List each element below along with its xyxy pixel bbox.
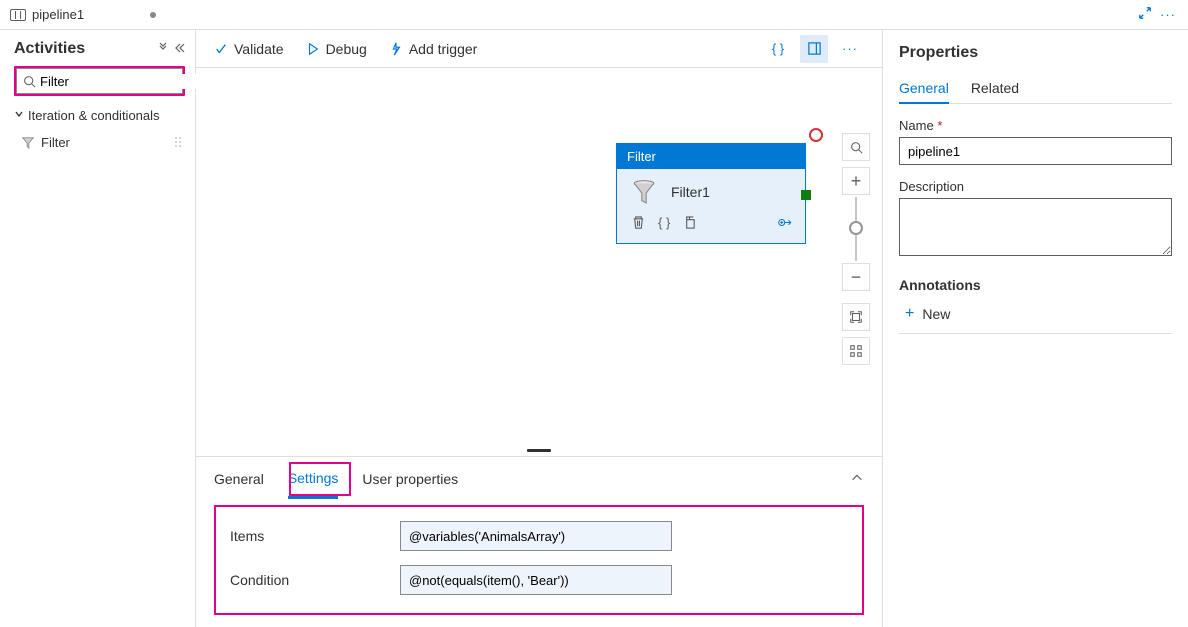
name-label: Name * — [899, 118, 1172, 133]
sidebar-title: Activities — [14, 40, 85, 58]
warning-icon — [809, 128, 823, 142]
unsaved-indicator-icon — [150, 12, 156, 18]
auto-layout-button[interactable] — [842, 337, 870, 365]
node-name: Filter1 — [671, 184, 710, 200]
trigger-icon — [389, 42, 403, 56]
pipeline-toolbar: Validate Debug Add trigger { } — [196, 30, 882, 68]
plus-icon: + — [905, 305, 914, 323]
tab-user-properties[interactable]: User properties — [362, 461, 458, 497]
expand-icon[interactable] — [1138, 6, 1152, 23]
drag-handle-icon[interactable] — [174, 136, 182, 149]
props-tab-general[interactable]: General — [899, 74, 949, 104]
condition-label: Condition — [230, 572, 400, 588]
properties-title: Properties — [899, 44, 1172, 62]
search-highlight — [14, 66, 185, 96]
condition-input[interactable] — [400, 565, 672, 595]
chevron-down-icon — [14, 109, 24, 122]
pipeline-description-input[interactable] — [899, 198, 1172, 256]
pipeline-icon — [10, 9, 26, 21]
items-input[interactable] — [400, 521, 672, 551]
panel-resize-handle[interactable] — [196, 444, 882, 456]
collapse-sidebar-icon[interactable] — [173, 42, 185, 57]
tab-settings[interactable]: Settings — [288, 460, 339, 499]
pipeline-name-input[interactable] — [899, 137, 1172, 165]
zoom-in-button[interactable]: + — [842, 167, 870, 195]
canvas-search-button[interactable] — [842, 133, 870, 161]
settings-content-highlight: Items Condition — [214, 505, 864, 615]
more-menu-icon[interactable]: ··· — [1160, 7, 1176, 22]
filter-icon — [21, 136, 35, 150]
validate-button[interactable]: Validate — [214, 41, 284, 57]
expand-all-icon[interactable] — [157, 42, 169, 57]
add-trigger-button[interactable]: Add trigger — [389, 41, 477, 57]
zoom-out-button[interactable]: − — [842, 263, 870, 291]
json-view-button[interactable]: { } — [764, 35, 792, 63]
fit-screen-button[interactable] — [842, 303, 870, 331]
tab-general[interactable]: General — [214, 461, 264, 497]
editor-tabs: pipeline1 ··· — [0, 0, 1188, 30]
activities-sidebar: Activities — [0, 30, 196, 627]
category-iteration-conditionals[interactable]: Iteration & conditionals — [14, 104, 185, 127]
properties-panel: Properties General Related Name * Descri… — [883, 30, 1188, 627]
search-icon — [23, 75, 36, 88]
activity-item-filter[interactable]: Filter — [14, 131, 185, 154]
play-icon — [306, 42, 320, 56]
items-label: Items — [230, 528, 400, 544]
filter-icon — [631, 179, 657, 205]
code-icon[interactable]: { } — [658, 215, 670, 233]
success-port-icon[interactable] — [801, 190, 811, 200]
copy-icon[interactable] — [682, 215, 697, 233]
pipeline-canvas[interactable]: Filter Filter1 { } — [196, 68, 882, 444]
divider — [899, 333, 1172, 334]
delete-icon[interactable] — [631, 215, 646, 233]
check-icon — [214, 42, 228, 56]
add-annotation-button[interactable]: + New — [899, 305, 1172, 323]
zoom-slider[interactable] — [855, 197, 857, 261]
collapse-panel-icon[interactable] — [850, 471, 864, 488]
debug-button[interactable]: Debug — [306, 41, 367, 57]
description-label: Description — [899, 179, 1172, 194]
activities-search-input[interactable] — [40, 74, 216, 89]
activity-settings-panel: General Settings User properties Items C… — [196, 456, 882, 627]
properties-button[interactable] — [800, 35, 828, 63]
tab-pipeline1[interactable]: pipeline1 — [32, 7, 84, 22]
toolbar-more-icon[interactable]: ··· — [836, 35, 864, 63]
annotations-label: Annotations — [899, 277, 1172, 293]
node-type-label: Filter — [617, 144, 805, 169]
filter-activity-node[interactable]: Filter Filter1 { } — [616, 143, 806, 244]
props-tab-related[interactable]: Related — [971, 74, 1019, 103]
add-output-icon[interactable] — [778, 215, 793, 233]
